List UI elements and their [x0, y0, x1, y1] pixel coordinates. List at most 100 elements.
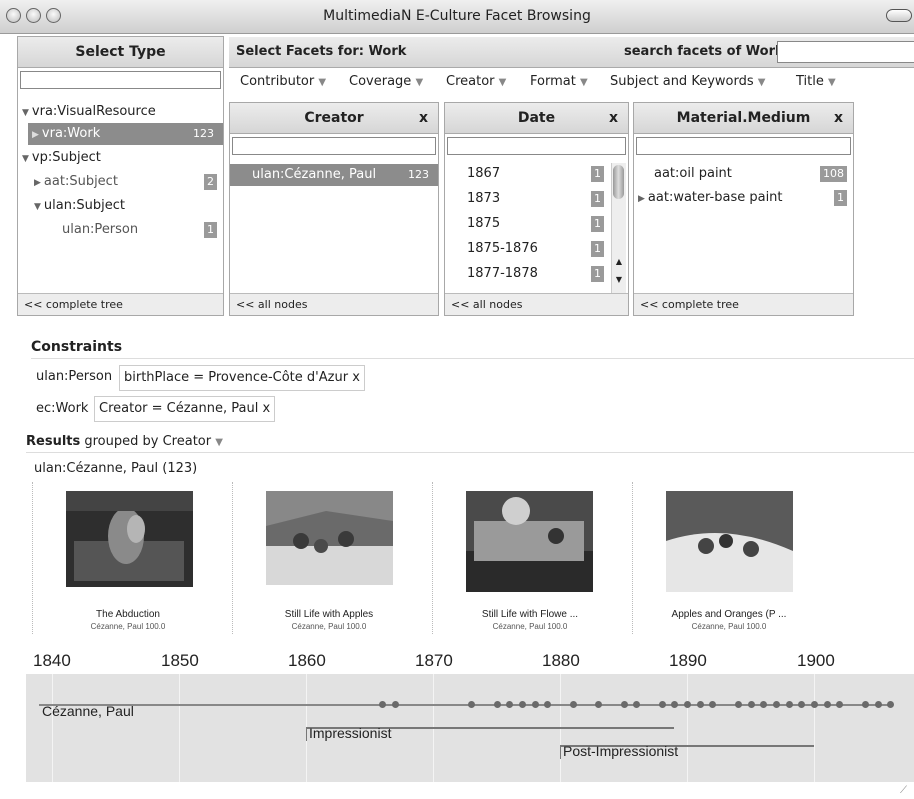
select-type-search-input[interactable]: [20, 71, 221, 89]
menu-creator[interactable]: Creator ▼: [446, 74, 506, 89]
timeline-year: 1890: [669, 651, 707, 670]
facet-value-label: ulan:Cézanne, Paul: [252, 167, 377, 182]
facet-value-row[interactable]: ulan:Cézanne, Paul 123: [230, 164, 438, 186]
menu-coverage[interactable]: Coverage ▼: [349, 74, 423, 89]
menu-label: Format: [530, 74, 576, 89]
tree-item-ulan-person[interactable]: ulan:Person 1: [18, 219, 223, 241]
window-title: MultimediaN E-Culture Facet Browsing: [323, 8, 591, 24]
facet-value-row[interactable]: 1877-1878 1: [445, 263, 610, 285]
count-badge: 1: [204, 222, 217, 238]
divider: [31, 358, 914, 359]
artwork-title[interactable]: Still Life with Apples: [229, 609, 429, 620]
count-badge: 108: [820, 166, 847, 182]
scroll-thumb[interactable]: [613, 165, 624, 199]
artwork-title[interactable]: Apples and Oranges (P ...: [629, 609, 829, 620]
menu-subject-keywords[interactable]: Subject and Keywords ▼: [610, 74, 765, 89]
close-facet-button[interactable]: x: [834, 103, 843, 133]
artwork-thumbnail[interactable]: [266, 491, 393, 585]
menu-format[interactable]: Format ▼: [530, 74, 588, 89]
tree-item-visualresource[interactable]: ▼ vra:VisualResource: [18, 101, 223, 123]
tree-item-label: aat:Subject: [43, 174, 118, 189]
tree-item-aat-subject[interactable]: ▶ aat:Subject 2: [18, 171, 223, 193]
facet-value-label: 1867: [467, 166, 501, 181]
menu-label: Contributor: [240, 74, 315, 89]
artwork-title[interactable]: Still Life with Flowe ...: [430, 609, 630, 620]
complete-tree-link[interactable]: << complete tree: [18, 293, 223, 315]
facet-value-row[interactable]: aat:oil paint 108: [634, 163, 853, 185]
dropdown-arrow-icon[interactable]: ▼: [215, 437, 223, 448]
date-search-input[interactable]: [447, 137, 626, 155]
close-facet-button[interactable]: x: [419, 103, 428, 133]
artwork-thumbnail[interactable]: [466, 491, 593, 592]
menu-title[interactable]: Title ▼: [796, 74, 836, 89]
collapsed-triangle-icon[interactable]: ▶: [638, 194, 645, 204]
constraint-type: ulan:Person: [36, 369, 113, 384]
expanded-triangle-icon[interactable]: ▼: [22, 154, 29, 164]
dropdown-arrow-icon: ▼: [757, 77, 766, 88]
count-badge: 2: [204, 174, 217, 190]
dropdown-arrow-icon: ▼: [318, 77, 327, 88]
dropdown-arrow-icon: ▼: [498, 77, 507, 88]
artwork-thumbnail[interactable]: [66, 491, 193, 587]
timeline-year: 1850: [161, 651, 199, 670]
facet-value-row[interactable]: 1875 1: [445, 213, 610, 235]
constraint-value: Creator = Cézanne, Paul: [99, 401, 259, 416]
material-search-input[interactable]: [636, 137, 851, 155]
tree-item-label: vp:Subject: [31, 150, 101, 165]
timeline-year: 1840: [33, 651, 71, 670]
facet-value-row[interactable]: 1873 1: [445, 188, 610, 210]
dropdown-arrow-icon: ▼: [415, 77, 424, 88]
timeline-band[interactable]: [26, 674, 914, 782]
facet-value-label: 1877-1878: [467, 266, 538, 281]
facet-value-row[interactable]: 1875-1876 1: [445, 238, 610, 260]
all-nodes-link[interactable]: << all nodes: [230, 293, 438, 315]
count-badge: 1: [591, 216, 604, 232]
select-type-header: Select Type: [18, 37, 223, 68]
artwork-creator: Cézanne, Paul 100.0: [90, 622, 166, 631]
date-facet-header: Date x: [445, 103, 628, 134]
results-heading-label: Results: [26, 434, 81, 449]
artwork-title[interactable]: The Abduction: [28, 609, 228, 620]
facet-value-label: aat:water-base paint: [647, 190, 783, 205]
remove-constraint-button[interactable]: x: [262, 401, 270, 416]
artwork-thumbnail[interactable]: [666, 491, 793, 592]
facet-value-label: 1875: [467, 216, 501, 231]
timeline-person-label: Cézanne, Paul: [42, 703, 134, 719]
facet-value-row[interactable]: 1867 1: [445, 163, 610, 185]
collapsed-triangle-icon[interactable]: ▶: [34, 178, 41, 188]
count-badge: 1: [591, 241, 604, 257]
tree-item-subject[interactable]: ▼ vp:Subject: [18, 147, 223, 169]
creator-facet-panel: Creator x ulan:Cézanne, Paul 123 << all n…: [229, 102, 439, 316]
group-by-dropdown[interactable]: grouped by Creator: [84, 434, 211, 449]
facet-title: Material.Medium: [676, 110, 811, 126]
facet-title: Date: [517, 110, 556, 126]
tree-item-ulan-subject[interactable]: ▼ ulan:Subject: [18, 195, 223, 217]
menu-contributor[interactable]: Contributor ▼: [240, 74, 326, 89]
collapsed-triangle-icon[interactable]: ▶: [32, 130, 39, 140]
expanded-triangle-icon[interactable]: ▼: [34, 202, 41, 212]
scroll-down-arrow-icon[interactable]: ▼: [612, 275, 626, 284]
resize-grip-icon[interactable]: ⟋: [900, 785, 912, 797]
tree-item-work[interactable]: ▶ vra:Work 123: [28, 123, 223, 145]
creator-search-input[interactable]: [232, 137, 436, 155]
constraints-heading: Constraints: [31, 339, 123, 355]
artwork-creator: Cézanne, Paul 100.0: [492, 622, 568, 631]
all-nodes-link[interactable]: << all nodes: [445, 293, 628, 315]
facet-value-label: 1873: [467, 191, 501, 206]
tree-item-label: vra:Work: [41, 126, 101, 141]
toolbar-toggle-button[interactable]: [886, 9, 912, 22]
facets-title: Select Facets for: Work: [236, 44, 407, 59]
remove-constraint-button[interactable]: x: [352, 370, 360, 385]
close-facet-button[interactable]: x: [609, 103, 618, 133]
menu-label: Creator: [446, 74, 495, 89]
tree-item-label: vra:VisualResource: [31, 104, 156, 119]
search-facets-input[interactable]: [777, 41, 914, 63]
date-scrollbar[interactable]: ▲ ▼: [611, 163, 626, 293]
expanded-triangle-icon[interactable]: ▼: [22, 108, 29, 118]
scroll-up-arrow-icon[interactable]: ▲: [612, 257, 626, 266]
divider: [26, 452, 914, 453]
facet-value-label: 1875-1876: [467, 241, 538, 256]
facet-value-row[interactable]: ▶ aat:water-base paint 1: [634, 187, 853, 209]
facet-title: Creator: [304, 110, 364, 126]
complete-tree-link[interactable]: << complete tree: [634, 293, 853, 315]
